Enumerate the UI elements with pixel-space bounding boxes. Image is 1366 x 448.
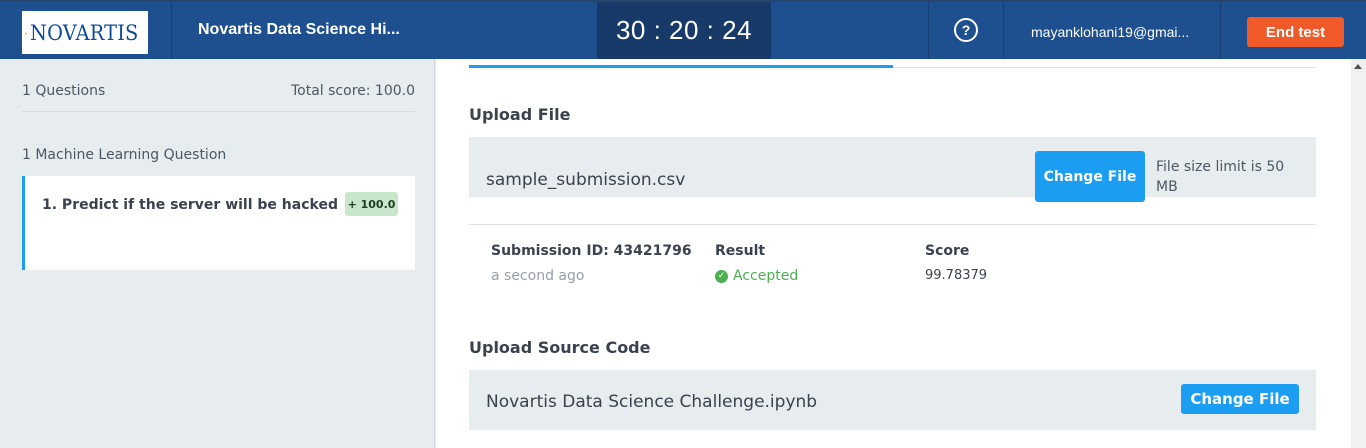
upload-file-box: sample_submission.csv Change File File s… <box>469 137 1316 202</box>
test-title: Novartis Data Science Hi... <box>198 21 400 38</box>
check-circle-icon: ✓ <box>715 269 728 283</box>
uploaded-file-name: sample_submission.csv <box>486 170 686 190</box>
end-test-button[interactable]: End test <box>1247 17 1344 47</box>
top-bar: NOVARTIS Novartis Data Science Hi... 30 … <box>0 0 1366 59</box>
active-tab-indicator <box>469 65 893 68</box>
submission-id: Submission ID: 43421796 <box>491 243 692 259</box>
user-email[interactable]: mayanklohani19@gmai... <box>1031 24 1196 40</box>
score-badge: + 100.0 <box>345 192 398 216</box>
logo-text: NOVARTIS <box>30 20 139 45</box>
upload-source-box: Novartis Data Science Challenge.ipynb Ch… <box>469 370 1316 430</box>
novartis-logo: NOVARTIS <box>22 11 148 54</box>
change-source-file-button[interactable]: Change File <box>1181 384 1299 414</box>
source-file-name: Novartis Data Science Challenge.ipynb <box>486 392 818 412</box>
question-title: 1. Predict if the server will be hacked <box>42 197 338 213</box>
help-icon[interactable]: ? <box>954 18 978 42</box>
scroll-up-icon[interactable] <box>1354 64 1362 69</box>
result-label: Result <box>715 243 766 259</box>
upload-file-title: Upload File <box>469 105 571 124</box>
upload-source-title: Upload Source Code <box>469 338 651 357</box>
header-divider <box>928 2 929 59</box>
header-divider <box>1220 2 1221 59</box>
submission-time: a second ago <box>491 268 585 284</box>
section-divider <box>469 224 1316 225</box>
tab-underline <box>893 67 1316 68</box>
change-file-button[interactable]: Change File <box>1035 151 1145 202</box>
score-label: Score <box>925 243 970 259</box>
scrollbar[interactable] <box>1351 59 1366 448</box>
result-status: ✓ Accepted <box>715 268 798 284</box>
flame-logo-icon <box>25 31 27 34</box>
header-divider <box>1003 2 1004 59</box>
file-size-limit: File size limit is 50 MB <box>1156 159 1285 195</box>
header-divider <box>171 2 172 59</box>
questions-summary: 1 Questions Total score: 100.0 <box>22 83 415 99</box>
section-label: 1 Machine Learning Question <box>22 147 227 163</box>
total-score: Total score: 100.0 <box>290 83 415 99</box>
questions-count: 1 Questions <box>22 83 106 99</box>
sidebar-divider <box>22 111 415 112</box>
score-value: 99.78379 <box>925 268 988 283</box>
countdown-timer: 30 : 20 : 24 <box>597 2 771 59</box>
question-card[interactable]: 1. Predict if the server will be hacked … <box>22 176 415 270</box>
result-value: Accepted <box>733 268 799 284</box>
